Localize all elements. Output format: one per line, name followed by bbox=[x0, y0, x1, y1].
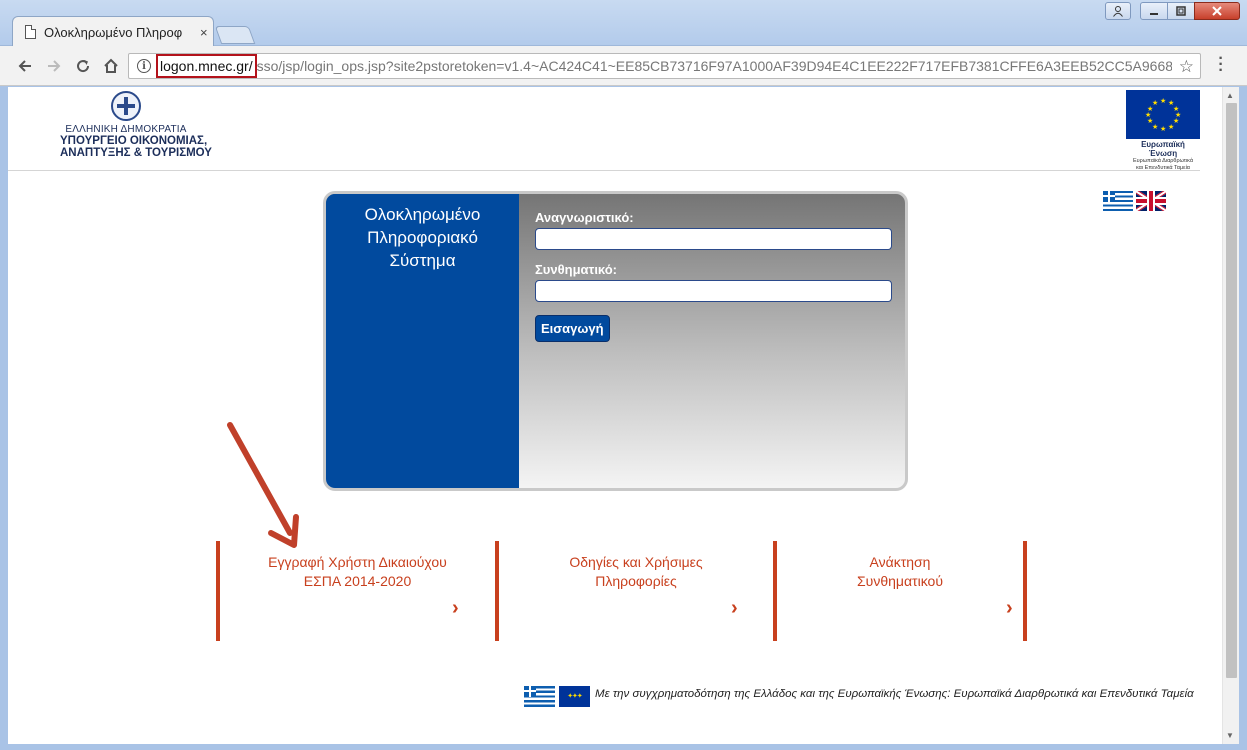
link-label: ΕΣΠΑ 2014-2020 bbox=[303, 573, 412, 589]
chevron-right-icon: › bbox=[1006, 597, 1013, 619]
page-viewport: ΕΛΛΗΝΙΚΗ ΔΗΜΟΚΡΑΤΙΑ ΥΠΟΥΡΓΕΙΟ ΟΙΚΟΝΟΜΙΑΣ… bbox=[8, 87, 1239, 744]
system-title: Ολοκληρωμένο Πληροφοριακό Σύστημα bbox=[326, 194, 519, 488]
link-label: Εγγραφή Χρήστη Δικαιούχου bbox=[268, 554, 447, 570]
close-icon bbox=[1212, 6, 1222, 16]
system-title-line: Πληροφοριακό bbox=[367, 228, 478, 247]
instructions-link[interactable]: Οδηγίες και Χρήσιμες Πληροφορίες › bbox=[495, 541, 773, 641]
red-arrow-annotation bbox=[227, 422, 299, 548]
page-header: ΕΛΛΗΝΙΚΗ ΔΗΜΟΚΡΑΤΙΑ ΥΠΟΥΡΓΕΙΟ ΟΙΚΟΝΟΜΙΑΣ… bbox=[8, 87, 1200, 171]
page-icon bbox=[25, 25, 36, 39]
reload-icon[interactable] bbox=[71, 55, 95, 77]
chevron-right-icon: › bbox=[731, 597, 738, 619]
maximize-button[interactable] bbox=[1167, 2, 1195, 20]
address-bar[interactable]: i logon.mnec.gr/ sso/jsp/login_ops.jsp?s… bbox=[128, 53, 1201, 79]
system-title-line: Ολοκληρωμένο bbox=[364, 205, 481, 224]
greek-flag-icon[interactable] bbox=[1103, 191, 1133, 211]
url-path: sso/jsp/login_ops.jsp?site2pstoretoken=v… bbox=[256, 58, 1172, 74]
scroll-up-icon[interactable]: ▲ bbox=[1226, 91, 1234, 100]
link-label: Οδηγίες και Χρήσιμες bbox=[569, 554, 703, 570]
info-icon[interactable]: i bbox=[137, 59, 151, 73]
browser-tab[interactable]: Ολοκληρωμένο Πληροφ × bbox=[12, 16, 214, 47]
user-profile-button[interactable] bbox=[1105, 2, 1131, 20]
password-label: Συνθηματικό: bbox=[535, 262, 618, 277]
system-title-line: Σύστημα bbox=[389, 251, 456, 270]
tab-title: Ολοκληρωμένο Πληροφ bbox=[44, 24, 183, 40]
eu-title: Ευρωπαϊκή Ένωση bbox=[1141, 140, 1185, 158]
republic-label: ΕΛΛΗΝΙΚΗ ΔΗΜΟΚΡΑΤΙΑ bbox=[65, 124, 187, 135]
user-icon bbox=[1113, 6, 1123, 17]
password-input[interactable] bbox=[535, 280, 892, 302]
scroll-down-icon[interactable]: ▼ bbox=[1226, 731, 1234, 740]
login-form: Αναγνωριστικό: Συνθηματικό: Εισαγωγή bbox=[519, 194, 905, 488]
footer-greek-flag-icon bbox=[524, 686, 555, 707]
new-tab-button[interactable] bbox=[214, 26, 256, 44]
ministry-label-1: ΥΠΟΥΡΓΕΙΟ ΟΙΚΟΝΟΜΙΑΣ, bbox=[60, 135, 208, 147]
link-label: Πληροφορίες bbox=[595, 573, 677, 589]
eu-subtitle-2: και Επενδυτικά Ταμεία bbox=[1136, 165, 1190, 171]
forward-icon[interactable] bbox=[42, 55, 66, 77]
back-icon[interactable] bbox=[13, 55, 37, 77]
chevron-right-icon: › bbox=[452, 597, 459, 619]
password-recovery-link[interactable]: Ανάκτηση Συνθηματικού › bbox=[773, 541, 1027, 641]
url-host-highlight: logon.mnec.gr/ bbox=[156, 54, 257, 78]
register-beneficiary-link[interactable]: Εγγραφή Χρήστη Δικαιούχου ΕΣΠΑ 2014-2020… bbox=[216, 541, 495, 641]
maximize-icon bbox=[1176, 6, 1186, 16]
cofunding-notice: Με την συγχρηματοδότηση της Ελλάδος και … bbox=[595, 688, 1194, 700]
greek-emblem-icon bbox=[111, 91, 141, 121]
home-icon[interactable] bbox=[99, 55, 123, 77]
link-label: Ανάκτηση bbox=[869, 554, 931, 570]
uk-flag-icon[interactable] bbox=[1136, 191, 1166, 211]
minimize-button[interactable] bbox=[1140, 2, 1168, 20]
eu-subtitle-1: Ευρωπαϊκά Διαρθρωτικά bbox=[1132, 158, 1194, 164]
window-titlebar: Ολοκληρωμένο Πληροφ × bbox=[0, 0, 1247, 47]
minimize-icon bbox=[1150, 13, 1158, 15]
eu-flag-icon: ★ ★ ★ ★ ★ ★ ★ ★ ★ ★ ★ ★ bbox=[1126, 90, 1200, 139]
footer-eu-flag-icon: ✦✦✦ bbox=[559, 686, 590, 707]
browser-toolbar: i logon.mnec.gr/ sso/jsp/login_ops.jsp?s… bbox=[0, 46, 1247, 86]
star-icon[interactable]: ☆ bbox=[1179, 57, 1194, 77]
link-label: Συνθηματικού bbox=[857, 573, 943, 589]
login-panel: Ολοκληρωμένο Πληροφοριακό Σύστημα Αναγνω… bbox=[323, 191, 908, 491]
login-button[interactable]: Εισαγωγή bbox=[535, 315, 610, 342]
tab-close-icon[interactable]: × bbox=[200, 25, 208, 40]
close-window-button[interactable] bbox=[1194, 2, 1240, 20]
scroll-thumb[interactable] bbox=[1226, 103, 1237, 678]
scrollbar[interactable]: ▲ ▼ bbox=[1222, 87, 1239, 744]
menu-icon[interactable]: · · · bbox=[1214, 51, 1228, 79]
username-label: Αναγνωριστικό: bbox=[535, 210, 634, 225]
ministry-logo: ΕΛΛΗΝΙΚΗ ΔΗΜΟΚΡΑΤΙΑ ΥΠΟΥΡΓΕΙΟ ΟΙΚΟΝΟΜΙΑΣ… bbox=[58, 91, 212, 159]
username-input[interactable] bbox=[535, 228, 892, 250]
ministry-label-2: ΑΝΑΠΤΥΞΗΣ & ΤΟΥΡΙΣΜΟΥ bbox=[60, 147, 212, 159]
eu-logo: ★ ★ ★ ★ ★ ★ ★ ★ ★ ★ ★ ★ Ευρωπαϊκή Ένωση … bbox=[1126, 90, 1200, 172]
